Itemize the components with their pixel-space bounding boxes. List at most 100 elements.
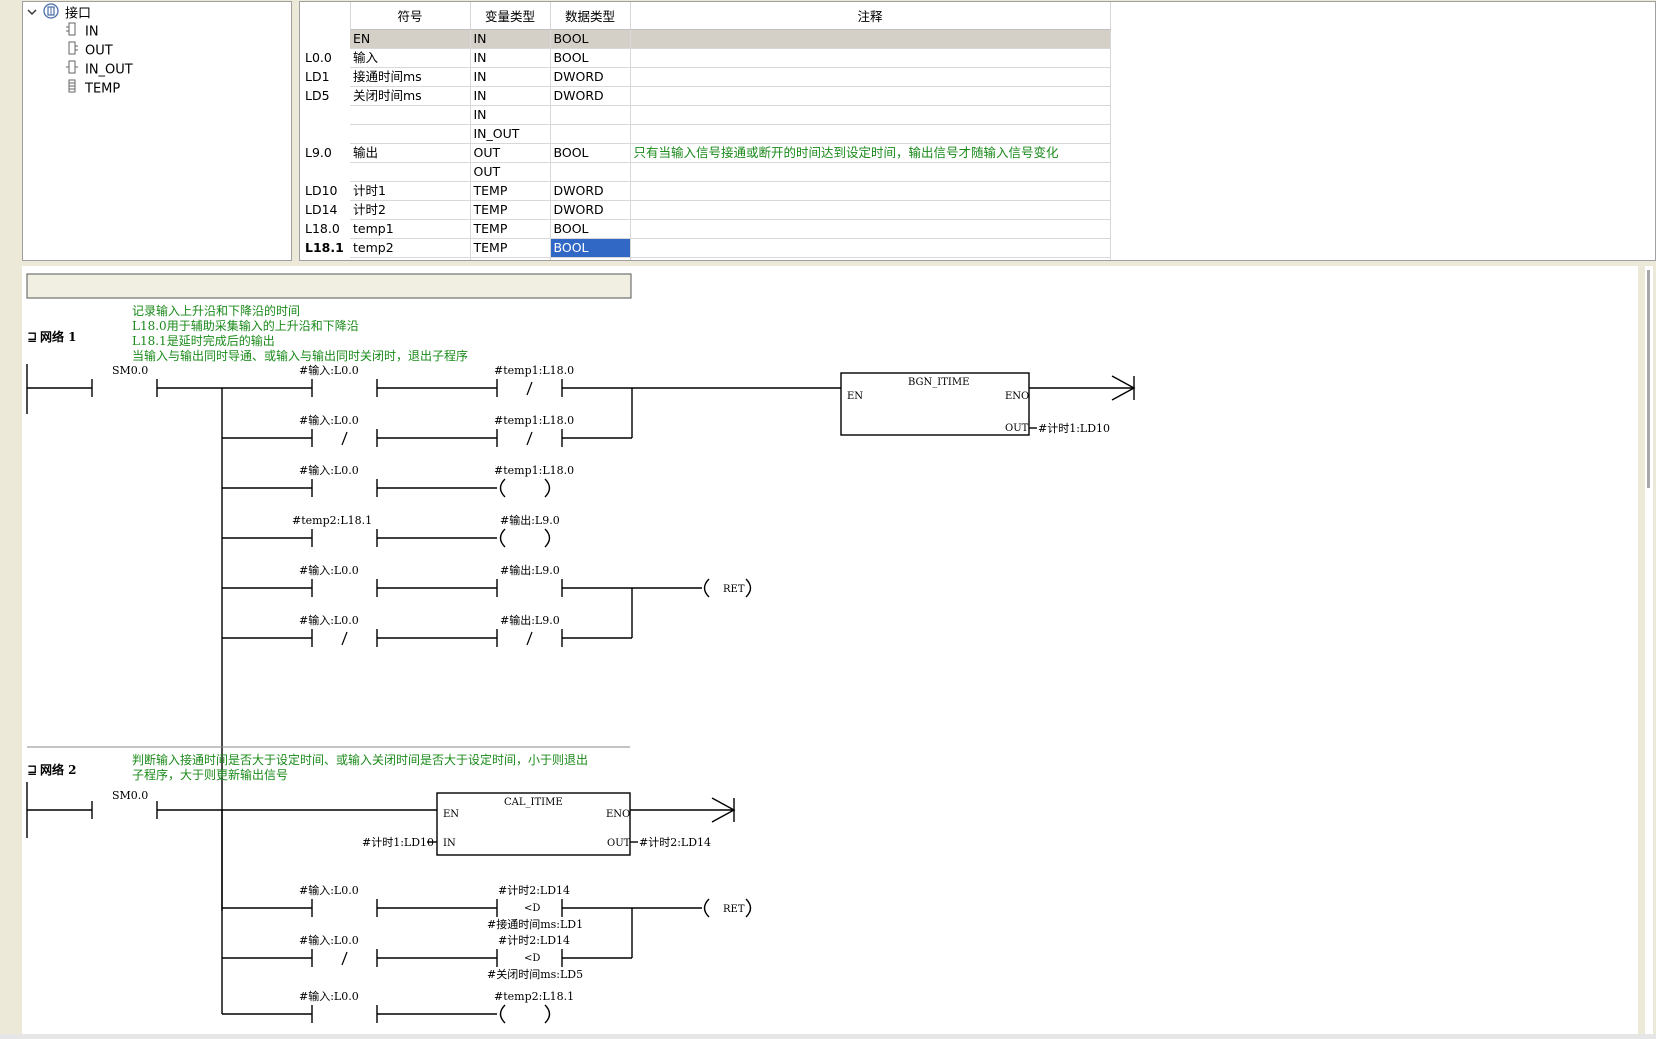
var-type-cell[interactable]: TEMP	[470, 200, 551, 220]
symbol-cell[interactable]: 关闭时间ms	[350, 86, 471, 106]
comment-cell[interactable]	[630, 219, 1111, 239]
data-type-cell[interactable]	[550, 124, 631, 144]
symbol-cell[interactable]: 输入	[350, 48, 471, 68]
comment-cell[interactable]	[630, 257, 1111, 260]
contact-label[interactable]: #输入:L0.0	[299, 883, 359, 897]
comment-cell[interactable]	[630, 29, 1111, 49]
table-row[interactable]: IN_OUT	[300, 124, 1111, 144]
compare-operand[interactable]: #接通时间ms:LD1	[487, 918, 583, 931]
compare-label[interactable]: #计时2:LD14	[498, 884, 570, 897]
col-header-data-type[interactable]: 数据类型	[550, 2, 631, 30]
symbol-cell[interactable]: temp2	[350, 238, 471, 258]
compare-label[interactable]: #计时2:LD14	[498, 934, 570, 947]
table-row[interactable]: L18.0 temp1 TEMP BOOL	[300, 219, 1111, 239]
tree-node-out[interactable]: OUT	[65, 41, 113, 59]
coil-label[interactable]: #输出:L9.0	[500, 513, 560, 527]
symbol-cell[interactable]: temp1	[350, 219, 471, 239]
var-type-cell[interactable]: IN	[470, 48, 551, 68]
data-type-cell[interactable]	[550, 162, 631, 182]
symbol-cell[interactable]	[350, 257, 471, 260]
comment-cell[interactable]	[630, 86, 1111, 106]
contact-sm0-label[interactable]: SM0.0	[112, 789, 148, 802]
contact-label[interactable]: #输入:L0.0	[299, 463, 359, 477]
data-type-cell[interactable]: BOOL	[550, 219, 631, 239]
cal-itime-box[interactable]: CAL_ITIME EN ENO IN OUT	[436, 792, 631, 856]
symbol-cell[interactable]: 计时2	[350, 200, 471, 220]
data-type-cell[interactable]	[550, 105, 631, 125]
box-out-variable[interactable]: #计时2:LD14	[639, 836, 711, 849]
tree-node-temp[interactable]: TEMP	[65, 79, 120, 97]
contact-label[interactable]: #输出:L9.0	[500, 563, 560, 577]
ret-label[interactable]: RET	[723, 584, 745, 595]
data-type-cell[interactable]: BOOL	[550, 29, 631, 49]
contact-label[interactable]: #temp2:L18.1	[292, 514, 372, 527]
box-out-variable[interactable]: #计时1:LD10	[1038, 422, 1110, 435]
compare-operand[interactable]: #关闭时间ms:LD5	[487, 967, 583, 981]
comment-cell[interactable]	[630, 238, 1111, 258]
data-type-cell[interactable]	[550, 257, 631, 260]
symbol-cell[interactable]: EN	[350, 29, 471, 49]
network2-header[interactable]: ⊒ 网络 2	[27, 762, 77, 777]
horizontal-scrollbar[interactable]	[0, 1034, 1656, 1039]
table-row[interactable]: IN	[300, 105, 1111, 125]
col-header-symbol[interactable]: 符号	[350, 2, 471, 30]
var-type-cell[interactable]: OUT	[470, 162, 551, 182]
table-row[interactable]: EN IN BOOL	[300, 29, 1111, 49]
symbol-cell[interactable]	[350, 162, 471, 182]
tree-node-in-out[interactable]: IN_OUT	[65, 60, 133, 78]
comment-cell[interactable]	[630, 67, 1111, 87]
table-row[interactable]: LD5 关闭时间ms IN DWORD	[300, 86, 1111, 106]
comment-cell[interactable]: 只有当输入信号接通或断开的时间达到设定时间，输出信号才随输入信号变化	[630, 143, 1111, 163]
data-type-cell[interactable]: BOOL	[550, 143, 631, 163]
tree-node-root[interactable]: 接口	[27, 3, 91, 23]
symbol-cell[interactable]: 输出	[350, 143, 471, 163]
data-type-cell[interactable]: DWORD	[550, 181, 631, 201]
contact-label[interactable]: #输入:L0.0	[299, 933, 359, 947]
col-header-var-type[interactable]: 变量类型	[470, 2, 551, 30]
contact-label[interactable]: #temp1:L18.0	[494, 364, 574, 377]
contact-label[interactable]: #输入:L0.0	[299, 413, 359, 427]
contact-label[interactable]: #输入:L0.0	[299, 363, 359, 377]
var-type-cell[interactable]: TEMP	[470, 181, 551, 201]
contact-label[interactable]: #输入:L0.0	[299, 563, 359, 577]
chevron-down-icon[interactable]	[27, 5, 37, 23]
var-type-cell[interactable]: IN	[470, 105, 551, 125]
comment-cell[interactable]	[630, 105, 1111, 125]
coil-label[interactable]: #temp1:L18.0	[494, 464, 574, 477]
contact-sm0-label[interactable]: SM0.0	[112, 364, 148, 377]
data-type-cell[interactable]: DWORD	[550, 200, 631, 220]
comment-cell[interactable]	[630, 181, 1111, 201]
table-row[interactable]: LD14 计时2 TEMP DWORD	[300, 200, 1111, 220]
col-header-comment[interactable]: 注释	[630, 2, 1111, 30]
comment-cell[interactable]	[630, 124, 1111, 144]
var-type-cell[interactable]: IN	[470, 29, 551, 49]
contact-label[interactable]: #输入:L0.0	[299, 989, 359, 1003]
data-type-cell[interactable]: DWORD	[550, 86, 631, 106]
symbol-cell[interactable]	[350, 105, 471, 125]
tree-node-in[interactable]: IN	[65, 22, 99, 40]
table-row[interactable]: L18.1 temp2 TEMP BOOL	[300, 238, 1111, 258]
table-row[interactable]: L0.0 输入 IN BOOL	[300, 48, 1111, 68]
var-type-cell[interactable]: OUT	[470, 143, 551, 163]
symbol-cell[interactable]: 计时1	[350, 181, 471, 201]
network1-header[interactable]: ⊒ 网络 1	[27, 329, 77, 344]
data-type-cell[interactable]: DWORD	[550, 67, 631, 87]
bgn-itime-box[interactable]: BGN_ITIME EN ENO OUT	[840, 372, 1030, 436]
contact-label[interactable]: #temp1:L18.0	[494, 414, 574, 427]
var-type-cell[interactable]: TEMP	[470, 257, 551, 260]
editor-scrollbar[interactable]	[1645, 266, 1653, 1034]
comment-cell[interactable]	[630, 48, 1111, 68]
table-row[interactable]: OUT	[300, 162, 1111, 182]
symbol-cell[interactable]: 接通时间ms	[350, 67, 471, 87]
var-type-cell[interactable]: IN_OUT	[470, 124, 551, 144]
var-type-cell[interactable]: TEMP	[470, 238, 551, 258]
comment-cell[interactable]	[630, 200, 1111, 220]
data-type-cell[interactable]: BOOL	[550, 238, 631, 258]
symbol-cell[interactable]	[350, 124, 471, 144]
var-type-cell[interactable]: TEMP	[470, 219, 551, 239]
box-in-variable[interactable]: #计时1:LD10	[362, 836, 434, 849]
data-type-cell[interactable]: BOOL	[550, 48, 631, 68]
var-type-cell[interactable]: IN	[470, 67, 551, 87]
comment-cell[interactable]	[630, 162, 1111, 182]
table-row[interactable]: LD1 接通时间ms IN DWORD	[300, 67, 1111, 87]
